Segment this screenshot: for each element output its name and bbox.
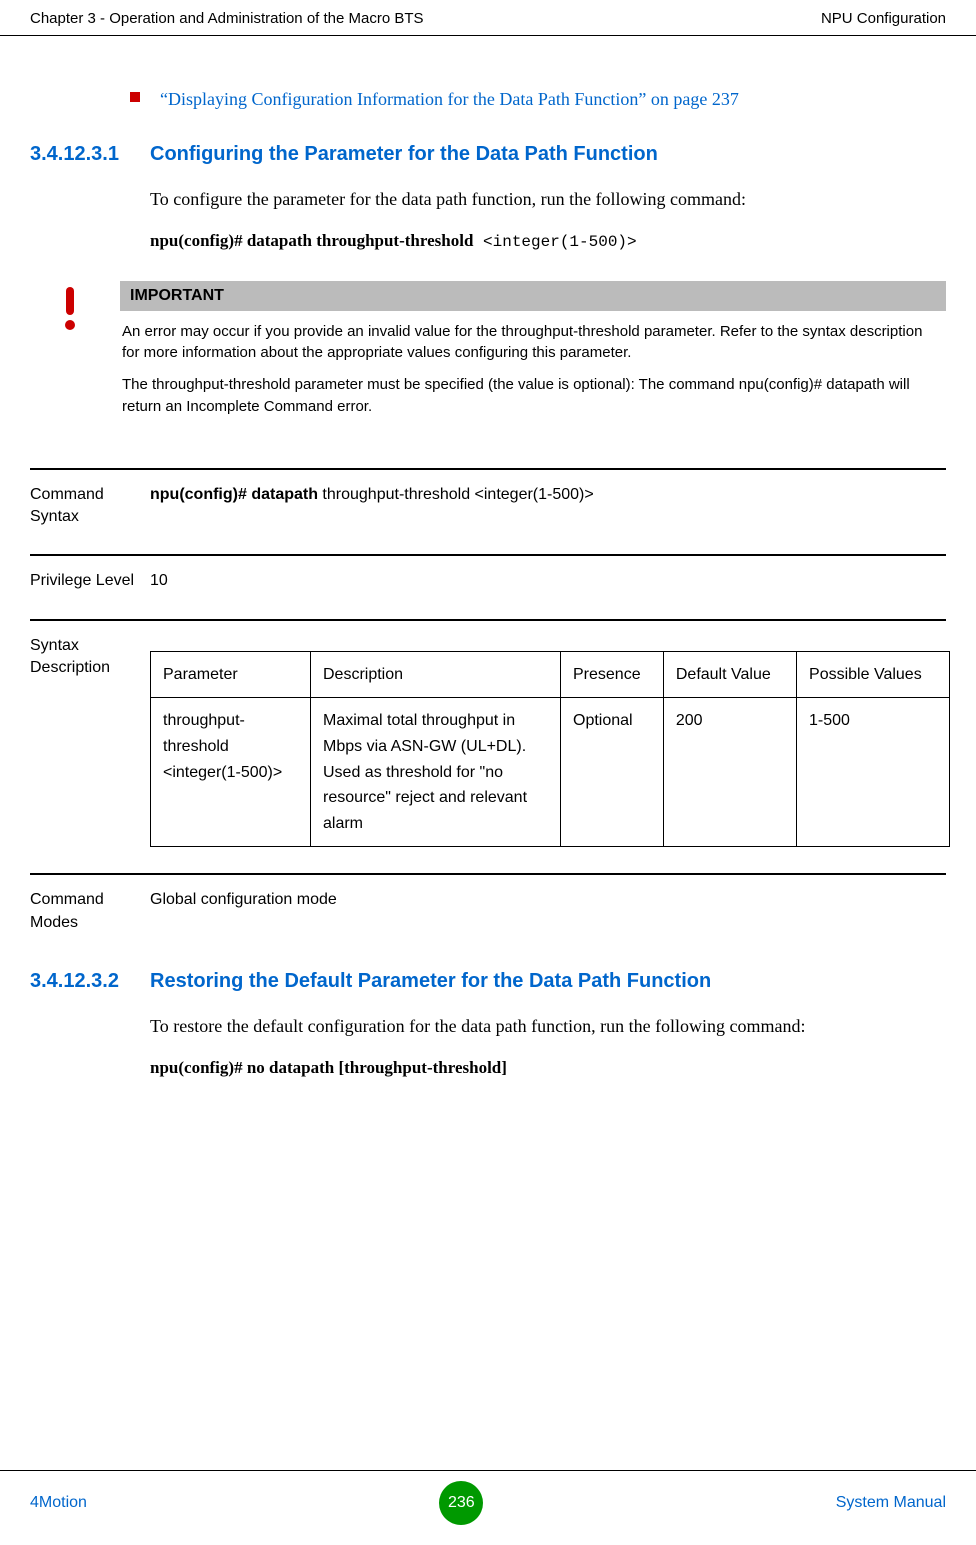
def-value: Parameter Description Presence Default V… <box>150 635 950 848</box>
command-example: npu(config)# datapath throughput-thresho… <box>150 231 946 251</box>
header-left: Chapter 3 - Operation and Administration… <box>30 10 424 27</box>
footer-left: 4Motion <box>30 1494 87 1512</box>
footer-right: System Manual <box>836 1494 946 1512</box>
command-bold: npu(config)# no datapath [throughput-thr… <box>150 1058 507 1077</box>
table-cell: 1-500 <box>797 698 950 847</box>
section-number: 3.4.12.3.1 <box>30 143 150 166</box>
important-icon <box>60 281 120 428</box>
bullet-square-icon <box>130 92 140 102</box>
section-number: 3.4.12.3.2 <box>30 970 150 993</box>
page-content: “Displaying Configuration Information fo… <box>0 36 976 1078</box>
important-paragraph: An error may occur if you provide an inv… <box>120 321 946 365</box>
syntax-table: Parameter Description Presence Default V… <box>150 651 950 848</box>
table-cell: Optional <box>561 698 664 847</box>
important-note: IMPORTANT An error may occur if you prov… <box>60 281 946 428</box>
table-row: throughput-threshold <integer(1-500)> Ma… <box>151 698 950 847</box>
section-title: Restoring the Default Parameter for the … <box>150 970 711 993</box>
table-cell: throughput-threshold <integer(1-500)> <box>151 698 311 847</box>
table-header: Presence <box>561 651 664 698</box>
section-heading: 3.4.12.3.2 Restoring the Default Paramet… <box>30 970 946 993</box>
privilege-level-block: Privilege Level 10 <box>30 554 946 618</box>
def-value: 10 <box>150 570 168 592</box>
command-syntax-block: Command Syntax npu(config)# datapath thr… <box>30 468 946 555</box>
def-label: Syntax Description <box>30 635 150 848</box>
section-intro: To configure the parameter for the data … <box>150 184 940 215</box>
table-header: Possible Values <box>797 651 950 698</box>
bullet-item: “Displaying Configuration Information fo… <box>130 86 946 113</box>
page-header: Chapter 3 - Operation and Administration… <box>0 0 976 36</box>
syntax-description-block: Syntax Description Parameter Description… <box>30 619 946 874</box>
header-right: NPU Configuration <box>821 10 946 27</box>
table-header: Parameter <box>151 651 311 698</box>
syntax-bold: npu(config)# datapath <box>150 486 318 503</box>
page-footer: 4Motion 236 System Manual <box>0 1470 976 1525</box>
table-cell: 200 <box>663 698 796 847</box>
table-header: Default Value <box>663 651 796 698</box>
syntax-rest: throughput-threshold <integer(1-500)> <box>318 486 594 503</box>
section-intro: To restore the default configuration for… <box>150 1011 940 1042</box>
command-bold: npu(config)# datapath throughput-thresho… <box>150 231 473 250</box>
important-header: IMPORTANT <box>120 281 946 311</box>
page-number: 236 <box>439 1481 483 1525</box>
def-label: Command Syntax <box>30 484 150 529</box>
def-value: Global configuration mode <box>150 889 337 934</box>
def-label: Privilege Level <box>30 570 150 592</box>
section-heading: 3.4.12.3.1 Configuring the Parameter for… <box>30 143 946 166</box>
cross-reference-link[interactable]: “Displaying Configuration Information fo… <box>160 86 739 113</box>
table-header-row: Parameter Description Presence Default V… <box>151 651 950 698</box>
important-content: IMPORTANT An error may occur if you prov… <box>120 281 946 428</box>
table-cell: Maximal total throughput in Mbps via ASN… <box>311 698 561 847</box>
section-title: Configuring the Parameter for the Data P… <box>150 143 658 166</box>
def-value: npu(config)# datapath throughput-thresho… <box>150 484 594 529</box>
command-example: npu(config)# no datapath [throughput-thr… <box>150 1058 946 1078</box>
command-argument: <integer(1-500)> <box>473 233 636 251</box>
table-header: Description <box>311 651 561 698</box>
command-modes-block: Command Modes Global configuration mode <box>30 873 946 960</box>
def-label: Command Modes <box>30 889 150 934</box>
important-paragraph: The throughput-threshold parameter must … <box>120 374 946 418</box>
